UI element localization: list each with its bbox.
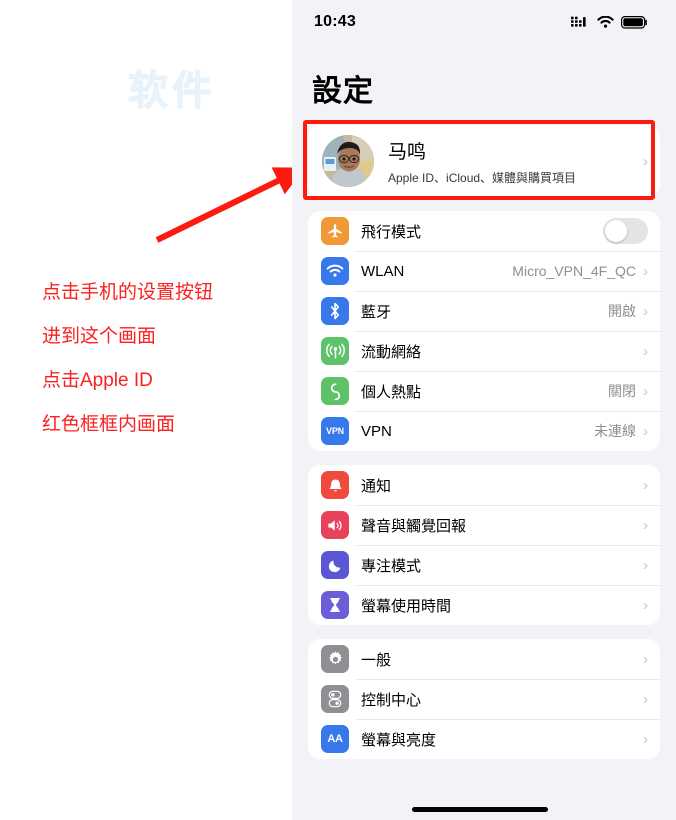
settings-group-alerts: 通知 › 聲音與觸覺回報 › 專注模式 › 螢幕使用時間 ›	[308, 465, 660, 625]
watermark-text: 软件	[128, 69, 216, 114]
chevron-right-icon: ›	[643, 690, 648, 708]
annotation-text-block: 点击手机的设置按钮 进到这个画面 点击Apple ID 红色框框内画面	[42, 283, 292, 459]
airplane-mode-toggle[interactable]	[603, 218, 648, 244]
personal-hotspot-icon	[321, 377, 349, 405]
cellular-antenna-icon	[321, 337, 349, 365]
settings-row-bluetooth[interactable]: 藍牙 開啟 ›	[308, 291, 660, 331]
settings-row-label: 藍牙	[361, 303, 392, 321]
settings-row-label: 個人熱點	[361, 383, 422, 401]
status-bar-icons	[571, 15, 648, 29]
settings-row-airplane-mode[interactable]: 飛行模式	[308, 211, 660, 251]
settings-row-label: 流動網絡	[361, 343, 422, 361]
settings-row-label: 一般	[361, 651, 392, 669]
settings-row-label: 通知	[361, 477, 392, 495]
settings-group-system: 一般 › 控制中心 › AA 螢幕與亮度 ›	[308, 639, 660, 759]
settings-row-label: WLAN	[361, 262, 405, 280]
chevron-right-icon: ›	[643, 382, 648, 400]
chevron-right-icon: ›	[643, 650, 648, 668]
bluetooth-icon	[321, 297, 349, 325]
moon-icon	[321, 551, 349, 579]
toggle-knob	[605, 220, 627, 242]
settings-row-sounds-haptics[interactable]: 聲音與觸覺回報 ›	[308, 505, 660, 545]
settings-row-label: 螢幕使用時間	[361, 597, 452, 615]
chevron-right-icon: ›	[643, 476, 648, 494]
chevron-right-icon: ›	[643, 516, 648, 534]
speaker-icon	[321, 511, 349, 539]
settings-row-label: 螢幕與亮度	[361, 731, 437, 749]
avatar	[322, 135, 374, 187]
settings-row-screen-time[interactable]: 螢幕使用時間 ›	[308, 585, 660, 625]
chevron-right-icon: ›	[643, 262, 648, 280]
settings-row-label: 專注模式	[361, 557, 422, 575]
chevron-right-icon: ›	[643, 596, 648, 614]
annotation-line-4: 红色框框内画面	[42, 414, 176, 435]
settings-row-display-brightness[interactable]: AA 螢幕與亮度 ›	[308, 719, 660, 759]
settings-row-label: 聲音與觸覺回報	[361, 517, 467, 535]
settings-row-personal-hotspot[interactable]: 個人熱點 關閉 ›	[308, 371, 660, 411]
hourglass-icon	[321, 591, 349, 619]
status-bar-time: 10:43	[314, 13, 356, 30]
bell-icon	[321, 471, 349, 499]
annotation-line-1: 点击手机的设置按钮	[42, 282, 214, 303]
vpn-icon: VPN	[321, 417, 349, 445]
chevron-right-icon: ›	[643, 302, 648, 320]
settings-row-notifications[interactable]: 通知 ›	[308, 465, 660, 505]
chevron-right-icon: ›	[643, 730, 648, 748]
chevron-right-icon: ›	[643, 342, 648, 360]
display-brightness-icon: AA	[321, 725, 349, 753]
home-indicator	[412, 807, 548, 812]
settings-row-general[interactable]: 一般 ›	[308, 639, 660, 679]
annotation-line-3: 点击Apple ID	[42, 370, 153, 391]
settings-row-focus[interactable]: 專注模式 ›	[308, 545, 660, 585]
settings-row-label: 飛行模式	[361, 223, 422, 241]
red-arrow-icon	[155, 167, 292, 243]
apple-id-text: 马鸣 Apple ID、iCloud、媒體與購買項目	[388, 137, 643, 186]
status-bar: 10:43	[292, 0, 676, 44]
wifi-icon	[321, 257, 349, 285]
settings-row-label: 控制中心	[361, 691, 422, 709]
account-subtitle: Apple ID、iCloud、媒體與購買項目	[388, 170, 577, 185]
settings-row-cellular[interactable]: 流動網絡 ›	[308, 331, 660, 371]
settings-group-connectivity: 飛行模式 WLAN Micro_VPN_4F_QC › 藍牙 開啟 › 流動網絡…	[308, 211, 660, 451]
settings-row-value: 關閉	[608, 383, 636, 399]
page-title: 設定	[312, 75, 374, 108]
battery-full-icon	[621, 15, 647, 29]
settings-row-wlan[interactable]: WLAN Micro_VPN_4F_QC ›	[308, 251, 660, 291]
settings-row-value: 未連線	[594, 423, 636, 439]
chevron-right-icon: ›	[643, 152, 648, 170]
account-name: 马鸣	[388, 141, 427, 163]
apple-id-card[interactable]: 马鸣 Apple ID、iCloud、媒體與購買項目 ›	[308, 125, 660, 197]
chevron-right-icon: ›	[643, 556, 648, 574]
apple-id-row[interactable]: 马鸣 Apple ID、iCloud、媒體與購買項目 ›	[308, 125, 660, 197]
airplane-icon	[321, 217, 349, 245]
settings-row-value: 開啟	[608, 303, 636, 319]
settings-row-control-center[interactable]: 控制中心 ›	[308, 679, 660, 719]
settings-row-vpn[interactable]: VPN VPN 未連線 ›	[308, 411, 660, 451]
phone-screen: 10:43 設定 马鸣 Apple ID、iCloud、媒體與購買項目 › 飛行…	[292, 0, 676, 820]
wifi-icon	[597, 16, 614, 28]
cellular-bars-icon	[571, 16, 586, 27]
annotation-pane: 软件 点击手机的设置按钮 进到这个画面 点击Apple ID 红色框框内画面	[0, 0, 292, 820]
annotation-line-2: 进到这个画面	[42, 326, 157, 347]
chevron-right-icon: ›	[643, 422, 648, 440]
settings-row-label: VPN	[361, 422, 392, 440]
control-center-icon	[321, 685, 349, 713]
settings-row-value: Micro_VPN_4F_QC	[512, 263, 636, 279]
gear-icon	[321, 645, 349, 673]
